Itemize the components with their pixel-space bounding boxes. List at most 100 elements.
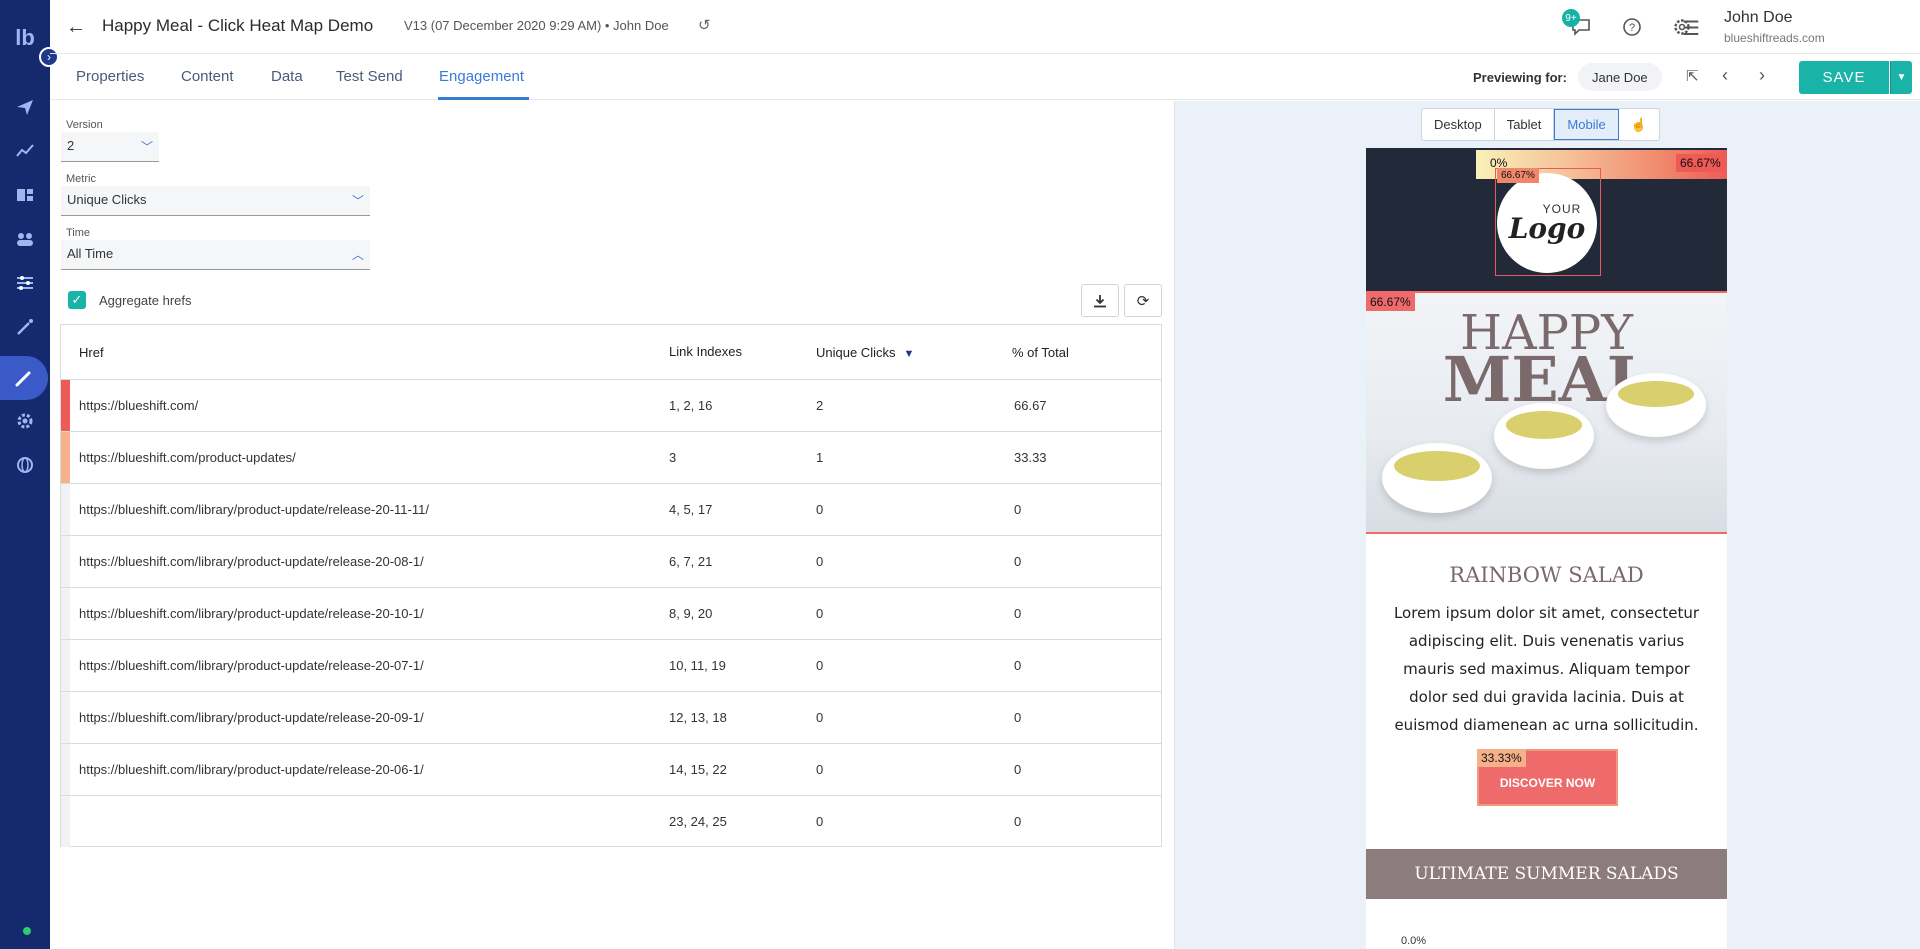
unique-clicks-cell: 0	[816, 710, 824, 725]
save-dropdown-toggle[interactable]: ▼	[1890, 61, 1912, 94]
section-title: RAINBOW SALAD	[1449, 563, 1644, 587]
campaigns-icon[interactable]	[0, 85, 50, 129]
notification-badge: 9+	[1562, 9, 1580, 27]
sort-desc-icon: ▼	[903, 348, 915, 360]
pct-total-cell: 0	[1014, 502, 1022, 517]
device-tabs: Desktop Tablet Mobile ☝	[1421, 108, 1660, 141]
hero-image[interactable]: 66.67% HAPPY MEAL	[1366, 291, 1727, 534]
pct-total-cell: 66.67	[1014, 398, 1047, 413]
unique-clicks-cell: 0	[816, 814, 824, 829]
links-table: Href Link Indexes Unique Clicks ▼ % of To…	[60, 324, 1162, 847]
user-name[interactable]: John Doe	[1724, 9, 1793, 27]
external-link-icon[interactable]: ⇱	[1686, 67, 1699, 85]
integrations-gear-icon[interactable]	[0, 399, 50, 443]
save-button[interactable]: SAVE	[1799, 61, 1889, 94]
link-indexes-cell: 1, 2, 16	[669, 398, 713, 413]
link-indexes-cell: 8, 9, 20	[669, 606, 713, 621]
href-cell[interactable]: https://blueshift.com/	[79, 398, 198, 413]
metric-select[interactable]: Unique Clicks ﹀	[61, 186, 370, 216]
chevron-up-icon: ︿	[351, 248, 364, 262]
device-tab-mobile[interactable]: Mobile	[1554, 109, 1619, 140]
settings-sliders-icon[interactable]	[0, 261, 50, 305]
soup-bowl-left	[1382, 443, 1492, 513]
history-icon[interactable]: ↺	[698, 16, 711, 34]
table-row[interactable]: https://blueshift.com/library/product-up…	[61, 535, 1161, 587]
time-label: Time	[66, 227, 91, 239]
pct-total-cell: 0	[1014, 606, 1022, 621]
time-value: All Time	[67, 246, 114, 261]
help-icon[interactable]: ?	[1619, 14, 1645, 40]
version-meta: V13 (07 December 2020 9:29 AM) • John Do…	[404, 18, 669, 33]
device-tab-desktop[interactable]: Desktop	[1422, 109, 1495, 140]
pct-total-cell: 33.33	[1014, 450, 1047, 465]
column-header-pct-total[interactable]: % of Total	[1012, 345, 1069, 360]
logo-heat-label: 66.67%	[1497, 168, 1539, 183]
tab-engagement[interactable]: Engagement	[439, 68, 524, 85]
version-value: 2	[67, 138, 75, 153]
table-row[interactable]: https://blueshift.com/library/product-up…	[61, 691, 1161, 743]
version-label: Version	[66, 119, 103, 131]
hamburger-menu-icon[interactable]: ☰	[1682, 16, 1700, 41]
table-row[interactable]: 23, 24, 25 0 0	[61, 795, 1161, 847]
tab-content[interactable]: Content	[181, 68, 234, 85]
href-cell[interactable]: https://blueshift.com/library/product-up…	[79, 554, 424, 569]
link-indexes-cell: 10, 11, 19	[669, 658, 726, 673]
mobile-email-preview: 0% 66.67% YOUR Logo 66.67% 66.67% HAPPY …	[1366, 148, 1727, 949]
preview-user-selector[interactable]: Jane Doe	[1578, 63, 1662, 91]
link-indexes-cell: 4, 5, 17	[669, 502, 713, 517]
href-cell[interactable]: https://blueshift.com/library/product-up…	[79, 502, 429, 517]
previewing-label: Previewing for:	[1473, 70, 1567, 85]
href-cell[interactable]: https://blueshift.com/library/product-up…	[79, 658, 424, 673]
download-button[interactable]	[1081, 284, 1119, 317]
content-icon[interactable]	[0, 173, 50, 217]
customers-icon[interactable]	[0, 217, 50, 261]
unique-clicks-cell: 0	[816, 762, 824, 777]
table-row[interactable]: https://blueshift.com/product-updates/3 1…	[61, 431, 1161, 483]
version-select[interactable]: 2 ﹀	[61, 132, 159, 162]
tab-properties[interactable]: Properties	[76, 68, 144, 85]
column-header-href[interactable]: Href	[79, 345, 104, 360]
analytics-icon[interactable]	[0, 129, 50, 173]
refresh-button[interactable]: ⟳	[1124, 284, 1162, 317]
table-row[interactable]: https://blueshift.com/library/product-up…	[61, 639, 1161, 691]
table-row[interactable]: https://blueshift.com/library/product-up…	[61, 483, 1161, 535]
table-row[interactable]: https://blueshift.com/1, 2, 16 2 66.67	[61, 379, 1161, 431]
pct-total-cell: 0	[1014, 762, 1022, 777]
href-cell[interactable]: https://blueshift.com/library/product-up…	[79, 606, 424, 621]
bottom-heat-label: 0.0%	[1401, 935, 1427, 947]
table-row[interactable]: https://blueshift.com/library/product-up…	[61, 743, 1161, 795]
column-header-unique-clicks[interactable]: Unique Clicks ▼	[816, 345, 914, 360]
click-map-toggle[interactable]: ☝	[1619, 109, 1659, 140]
heat-color-bar	[61, 536, 70, 587]
unique-clicks-cell: 2	[816, 398, 824, 413]
href-cell[interactable]: https://blueshift.com/library/product-up…	[79, 710, 424, 725]
cta-heat-label: 33.33%	[1477, 749, 1526, 767]
link-indexes-cell: 12, 13, 18	[669, 710, 727, 725]
href-cell[interactable]: https://blueshift.com/library/product-up…	[79, 762, 424, 777]
heat-color-bar	[61, 640, 70, 691]
table-row[interactable]: https://blueshift.com/library/product-up…	[61, 587, 1161, 639]
email-header: 0% 66.67% YOUR Logo 66.67%	[1366, 148, 1727, 291]
pct-total-cell: 0	[1014, 554, 1022, 569]
back-arrow-icon[interactable]: ←	[66, 16, 86, 39]
aggregate-hrefs-checkbox[interactable]: ✓	[68, 291, 86, 309]
page-title: Happy Meal - Click Heat Map Demo	[102, 16, 374, 35]
href-cell[interactable]: https://blueshift.com/product-updates/	[79, 450, 296, 465]
tab-data[interactable]: Data	[271, 68, 303, 85]
link-indexes-cell: 23, 24, 25	[669, 814, 727, 829]
pointer-hand-icon: ☝	[1630, 116, 1647, 132]
unique-clicks-cell: 0	[816, 606, 824, 621]
link-indexes-cell: 14, 15, 22	[669, 762, 727, 777]
magic-wand-icon[interactable]	[0, 305, 50, 349]
aggregate-hrefs-label: Aggregate hrefs	[99, 293, 192, 308]
status-dot	[23, 927, 31, 935]
globe-icon[interactable]	[0, 443, 50, 487]
device-tab-tablet[interactable]: Tablet	[1495, 109, 1555, 140]
time-select[interactable]: All Time ︿	[61, 240, 370, 270]
column-header-link-indexes[interactable]: Link Indexes	[669, 344, 742, 359]
tab-test-send[interactable]: Test Send	[336, 68, 403, 85]
next-arrow-icon[interactable]: ›	[1759, 65, 1765, 86]
editor-brush-icon[interactable]	[0, 356, 48, 400]
chevron-down-icon: ﹀	[351, 194, 364, 208]
previous-arrow-icon[interactable]: ‹	[1722, 65, 1728, 86]
